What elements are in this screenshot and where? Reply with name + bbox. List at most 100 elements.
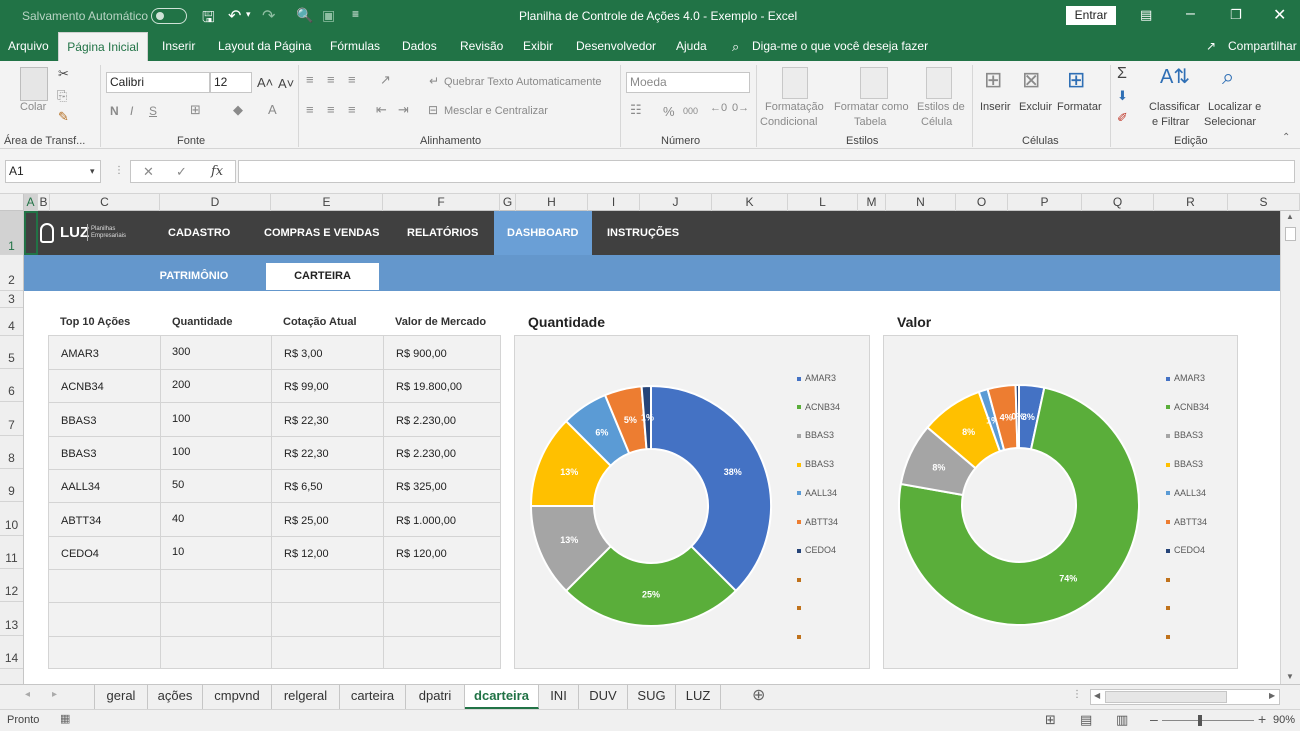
cell-market-value[interactable]: R$ 2.230,00 xyxy=(396,415,456,427)
cell-styles-label-2[interactable]: Célula xyxy=(921,116,952,128)
tab-split-handle-icon[interactable]: ⋮ xyxy=(1072,690,1082,700)
scroll-right-icon[interactable]: ▶ xyxy=(1269,692,1275,700)
page-layout-view-icon[interactable]: ▤ xyxy=(1080,713,1092,726)
autosum-icon[interactable]: Σ xyxy=(1117,66,1127,82)
cell-quantity[interactable]: 100 xyxy=(172,446,190,458)
column-header[interactable]: O xyxy=(956,194,1008,211)
row-header[interactable]: 2 xyxy=(0,255,23,291)
cell-market-value[interactable]: R$ 120,00 xyxy=(396,548,447,560)
redo-icon[interactable]: ↷ xyxy=(262,6,275,26)
name-box-dropdown-icon[interactable]: ▾ xyxy=(90,167,95,176)
cell-price[interactable]: R$ 25,00 xyxy=(284,515,329,527)
column-header[interactable]: G xyxy=(500,194,516,211)
wrap-text-button[interactable]: Quebrar Texto Automaticamente xyxy=(444,76,602,88)
format-painter-icon[interactable]: ✎ xyxy=(58,110,69,123)
normal-view-icon[interactable]: ⊞ xyxy=(1045,713,1056,726)
legend-entry[interactable]: AALL34 xyxy=(797,488,837,498)
nav-instrucoes[interactable]: INSTRUÇÕES xyxy=(607,211,679,255)
sheet-tab-dpatri[interactable]: dpatri xyxy=(406,685,465,709)
format-as-table-label-1[interactable]: Formatar como xyxy=(834,101,909,113)
column-header[interactable]: N xyxy=(886,194,956,211)
column-header[interactable]: L xyxy=(788,194,858,211)
paste-icon[interactable] xyxy=(20,67,48,101)
sort-filter-icon[interactable]: A⇅ xyxy=(1160,67,1190,87)
scroll-thumb[interactable] xyxy=(1285,227,1296,241)
sheet-tab-duv[interactable]: DUV xyxy=(579,685,628,709)
insert-cells-button[interactable]: Inserir xyxy=(980,101,1011,113)
cell-market-value[interactable]: R$ 1.000,00 xyxy=(396,515,456,527)
font-name-select[interactable]: Calibri xyxy=(106,72,210,93)
sheet-grid[interactable]: LUZ Planilhas Empresariais CADASTRO COMP… xyxy=(24,211,1280,684)
column-header[interactable]: K xyxy=(712,194,788,211)
format-as-table-icon[interactable] xyxy=(860,67,888,99)
print-preview-icon[interactable]: 🔍 xyxy=(296,7,313,24)
legend-entry[interactable]: CEDO4 xyxy=(1166,545,1205,555)
cell-quantity[interactable]: 300 xyxy=(172,346,190,358)
sheet-tab-geral[interactable]: geral xyxy=(95,685,148,709)
decrease-decimal-icon[interactable]: 0→ xyxy=(732,103,749,114)
nav-cadastro[interactable]: CADASTRO xyxy=(168,211,230,255)
zoom-out-icon[interactable]: – xyxy=(1150,712,1158,726)
legend-entry[interactable]: AMAR3 xyxy=(1166,373,1205,383)
sheet-tab-acoes[interactable]: ações xyxy=(148,685,203,709)
align-middle-icon[interactable]: ≡ xyxy=(327,73,335,86)
cell-ticker[interactable]: BBAS3 xyxy=(61,448,96,460)
delete-cells-icon[interactable]: ⊠ xyxy=(1022,69,1040,91)
row-header[interactable]: 11 xyxy=(0,536,23,569)
sheet-tab-carteira[interactable]: carteira xyxy=(340,685,406,709)
sheet-tab-ini[interactable]: INI xyxy=(539,685,579,709)
increase-font-icon[interactable]: A˄ xyxy=(257,76,273,89)
conditional-format-label-1[interactable]: Formatação xyxy=(765,101,824,113)
tab-dados[interactable]: Dados xyxy=(402,32,437,61)
cell-quantity[interactable]: 100 xyxy=(172,413,190,425)
conditional-format-icon[interactable] xyxy=(782,67,808,99)
cell-ticker[interactable]: ACNB34 xyxy=(61,381,104,393)
legend-entry[interactable] xyxy=(797,574,805,584)
share-button[interactable]: Compartilhar xyxy=(1228,32,1297,61)
sheet-tab-relgeral[interactable]: relgeral xyxy=(272,685,340,709)
column-header[interactable]: S xyxy=(1228,194,1300,211)
sheet-tab-cmpvnd[interactable]: cmpvnd xyxy=(203,685,272,709)
legend-entry[interactable]: AMAR3 xyxy=(797,373,836,383)
column-header[interactable]: M xyxy=(858,194,886,211)
autosave-toggle[interactable] xyxy=(151,8,187,24)
align-center-icon[interactable]: ≡ xyxy=(327,103,335,116)
cell-price[interactable]: R$ 6,50 xyxy=(284,481,323,493)
format-cells-button[interactable]: Formatar xyxy=(1057,101,1102,113)
row-header[interactable]: 7 xyxy=(0,402,23,436)
restore-icon[interactable]: ❐ xyxy=(1230,7,1242,23)
undo-dropdown-icon[interactable]: ▾ xyxy=(246,9,251,20)
tab-inserir[interactable]: Inserir xyxy=(162,32,195,61)
column-header[interactable]: C xyxy=(50,194,160,211)
format-cells-icon[interactable]: ⊞ xyxy=(1067,69,1085,91)
legend-entry[interactable]: BBAS3 xyxy=(797,459,834,469)
page-break-view-icon[interactable]: ▥ xyxy=(1116,713,1128,726)
find-select-icon[interactable]: ⌕ xyxy=(1222,66,1234,88)
row-header[interactable]: 6 xyxy=(0,369,23,402)
hscroll-thumb[interactable] xyxy=(1105,691,1227,703)
cell-quantity[interactable]: 40 xyxy=(172,513,184,525)
column-header[interactable]: E xyxy=(271,194,383,211)
thousands-button[interactable]: 000 xyxy=(683,106,698,116)
column-header[interactable]: D xyxy=(160,194,271,211)
tab-exibir[interactable]: Exibir xyxy=(523,32,553,61)
legend-entry[interactable] xyxy=(1166,631,1174,641)
row-header[interactable]: 9 xyxy=(0,469,23,502)
active-cell-a1[interactable] xyxy=(24,211,38,255)
scroll-down-icon[interactable]: ▼ xyxy=(1286,673,1294,681)
customize-toolbar-icon[interactable]: ≡ xyxy=(352,7,359,21)
merge-center-button[interactable]: Mesclar e Centralizar xyxy=(444,105,548,117)
zoom-in-icon[interactable]: + xyxy=(1258,712,1266,726)
row-header[interactable]: 13 xyxy=(0,602,23,636)
orientation-icon[interactable]: ↗ xyxy=(380,73,391,86)
legend-entry[interactable]: ACNB34 xyxy=(1166,402,1209,412)
row-header[interactable]: 5 xyxy=(0,336,23,369)
legend-entry[interactable] xyxy=(1166,574,1174,584)
sheet-tab-luz[interactable]: LUZ xyxy=(676,685,721,709)
column-header[interactable]: B xyxy=(38,194,50,211)
decrease-font-icon[interactable]: A˅ xyxy=(278,77,294,90)
sort-filter-label-2[interactable]: e Filtrar xyxy=(1152,116,1189,128)
cell-styles-label-1[interactable]: Estilos de xyxy=(917,101,965,113)
minimize-icon[interactable]: – xyxy=(1186,5,1195,23)
nav-relatorios[interactable]: RELATÓRIOS xyxy=(407,211,478,255)
